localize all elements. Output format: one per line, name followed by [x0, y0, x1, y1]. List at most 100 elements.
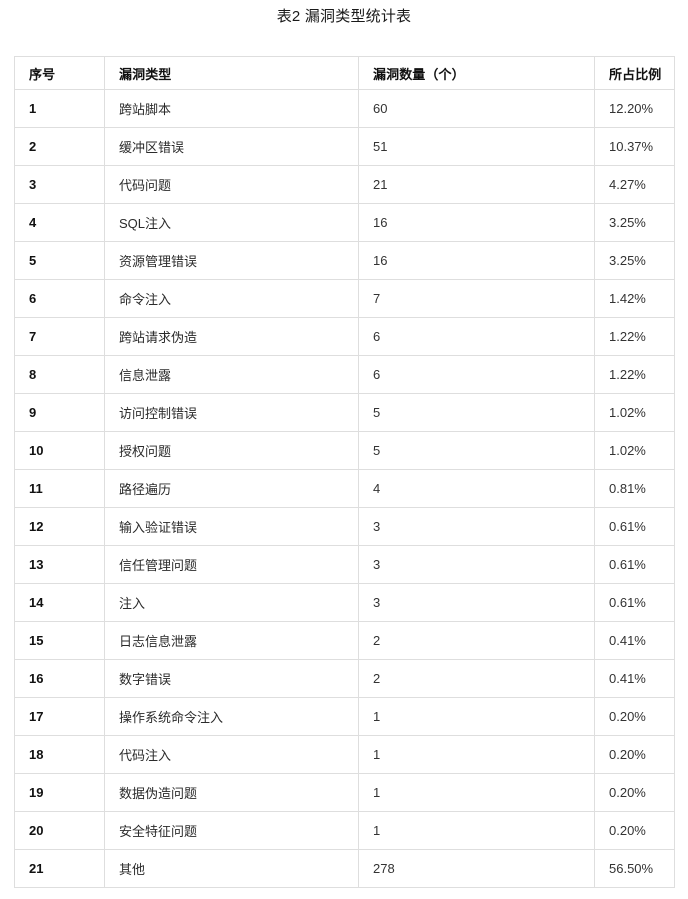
cell-count: 6 [358, 317, 595, 356]
cell-count: 6 [358, 355, 595, 394]
table-row: 3 代码问题 21 4.27% [14, 165, 675, 204]
cell-type: 命令注入 [104, 279, 359, 318]
cell-index: 6 [14, 279, 105, 318]
column-header-pct: 所占比例 [594, 56, 675, 90]
cell-pct: 0.20% [594, 773, 675, 812]
table-row: 17 操作系统命令注入 1 0.20% [14, 697, 675, 736]
table-row: 9 访问控制错误 5 1.02% [14, 393, 675, 432]
cell-type: 缓冲区错误 [104, 127, 359, 166]
cell-pct: 1.22% [594, 317, 675, 356]
cell-count: 5 [358, 431, 595, 470]
cell-count: 5 [358, 393, 595, 432]
cell-pct: 0.20% [594, 811, 675, 850]
cell-count: 1 [358, 773, 595, 812]
cell-index: 8 [14, 355, 105, 394]
cell-count: 1 [358, 697, 595, 736]
cell-count: 7 [358, 279, 595, 318]
cell-pct: 0.81% [594, 469, 675, 508]
cell-pct: 1.22% [594, 355, 675, 394]
table-row: 15 日志信息泄露 2 0.41% [14, 621, 675, 660]
table-row: 4 SQL注入 16 3.25% [14, 203, 675, 242]
vulnerability-statistics-table: 序号 漏洞类型 漏洞数量（个） 所占比例 1 跨站脚本 60 12.20% 2 缓冲区错误… [14, 56, 675, 888]
table-row: 2 缓冲区错误 51 10.37% [14, 127, 675, 166]
cell-type: 跨站请求伪造 [104, 317, 359, 356]
cell-index: 2 [14, 127, 105, 166]
cell-count: 16 [358, 241, 595, 280]
table-row: 13 信任管理问题 3 0.61% [14, 545, 675, 584]
cell-pct: 0.61% [594, 507, 675, 546]
table-caption: 表2 漏洞类型统计表 [276, 8, 412, 25]
cell-type: 安全特征问题 [104, 811, 359, 850]
cell-index: 12 [14, 507, 105, 546]
table-row: 7 跨站请求伪造 6 1.22% [14, 317, 675, 356]
cell-pct: 1.02% [594, 393, 675, 432]
cell-index: 17 [14, 697, 105, 736]
cell-type: 代码注入 [104, 735, 359, 774]
cell-index: 21 [14, 849, 105, 888]
cell-pct: 0.61% [594, 583, 675, 622]
cell-count: 1 [358, 811, 595, 850]
cell-pct: 0.61% [594, 545, 675, 584]
table-header-row: 序号 漏洞类型 漏洞数量（个） 所占比例 [14, 56, 675, 90]
cell-index: 20 [14, 811, 105, 850]
table-body: 1 跨站脚本 60 12.20% 2 缓冲区错误 51 10.37% 3 代码问题 21 4.27% 4… [14, 89, 675, 888]
cell-type: 输入验证错误 [104, 507, 359, 546]
cell-pct: 56.50% [594, 849, 675, 888]
cell-index: 19 [14, 773, 105, 812]
cell-pct: 3.25% [594, 203, 675, 242]
cell-count: 3 [358, 545, 595, 584]
stats-table: 序号 漏洞类型 漏洞数量（个） 所占比例 1 跨站脚本 60 12.20% 2 缓冲区错误… [14, 56, 675, 888]
cell-type: 路径遍历 [104, 469, 359, 508]
cell-pct: 12.20% [594, 89, 675, 128]
cell-type: 代码问题 [104, 165, 359, 204]
cell-index: 13 [14, 545, 105, 584]
column-header-index: 序号 [14, 56, 105, 90]
table-row: 19 数据伪造问题 1 0.20% [14, 773, 675, 812]
table-row: 14 注入 3 0.61% [14, 583, 675, 622]
table-row: 5 资源管理错误 16 3.25% [14, 241, 675, 280]
table-row: 10 授权问题 5 1.02% [14, 431, 675, 470]
table-head: 序号 漏洞类型 漏洞数量（个） 所占比例 [14, 56, 675, 90]
cell-count: 3 [358, 583, 595, 622]
cell-pct: 0.20% [594, 697, 675, 736]
table-row: 12 输入验证错误 3 0.61% [14, 507, 675, 546]
cell-type: 操作系统命令注入 [104, 697, 359, 736]
cell-index: 16 [14, 659, 105, 698]
cell-type: 资源管理错误 [104, 241, 359, 280]
cell-type: 注入 [104, 583, 359, 622]
table-row: 11 路径遍历 4 0.81% [14, 469, 675, 508]
cell-index: 11 [14, 469, 105, 508]
cell-pct: 0.20% [594, 735, 675, 774]
cell-type: 访问控制错误 [104, 393, 359, 432]
cell-index: 9 [14, 393, 105, 432]
table-row: 21 其他 278 56.50% [14, 849, 675, 888]
cell-type: 数字错误 [104, 659, 359, 698]
table-row: 16 数字错误 2 0.41% [14, 659, 675, 698]
cell-count: 4 [358, 469, 595, 508]
cell-count: 2 [358, 621, 595, 660]
table-row: 18 代码注入 1 0.20% [14, 735, 675, 774]
cell-type: 跨站脚本 [104, 89, 359, 128]
cell-index: 10 [14, 431, 105, 470]
cell-index: 7 [14, 317, 105, 356]
cell-index: 3 [14, 165, 105, 204]
table-row: 1 跨站脚本 60 12.20% [14, 89, 675, 128]
cell-index: 18 [14, 735, 105, 774]
cell-count: 51 [358, 127, 595, 166]
cell-type: 信息泄露 [104, 355, 359, 394]
cell-type: 数据伪造问题 [104, 773, 359, 812]
page-root: 表2 漏洞类型统计表 序号 漏洞类型 漏洞数量（个） 所占比例 1 跨站脚本 60 1… [0, 0, 688, 899]
cell-index: 4 [14, 203, 105, 242]
cell-type: SQL注入 [104, 203, 359, 242]
cell-count: 3 [358, 507, 595, 546]
cell-index: 14 [14, 583, 105, 622]
cell-type: 其他 [104, 849, 359, 888]
cell-index: 5 [14, 241, 105, 280]
cell-type: 日志信息泄露 [104, 621, 359, 660]
cell-pct: 0.41% [594, 659, 675, 698]
cell-pct: 1.02% [594, 431, 675, 470]
cell-pct: 0.41% [594, 621, 675, 660]
column-header-count: 漏洞数量（个） [358, 56, 595, 90]
cell-pct: 3.25% [594, 241, 675, 280]
cell-pct: 1.42% [594, 279, 675, 318]
